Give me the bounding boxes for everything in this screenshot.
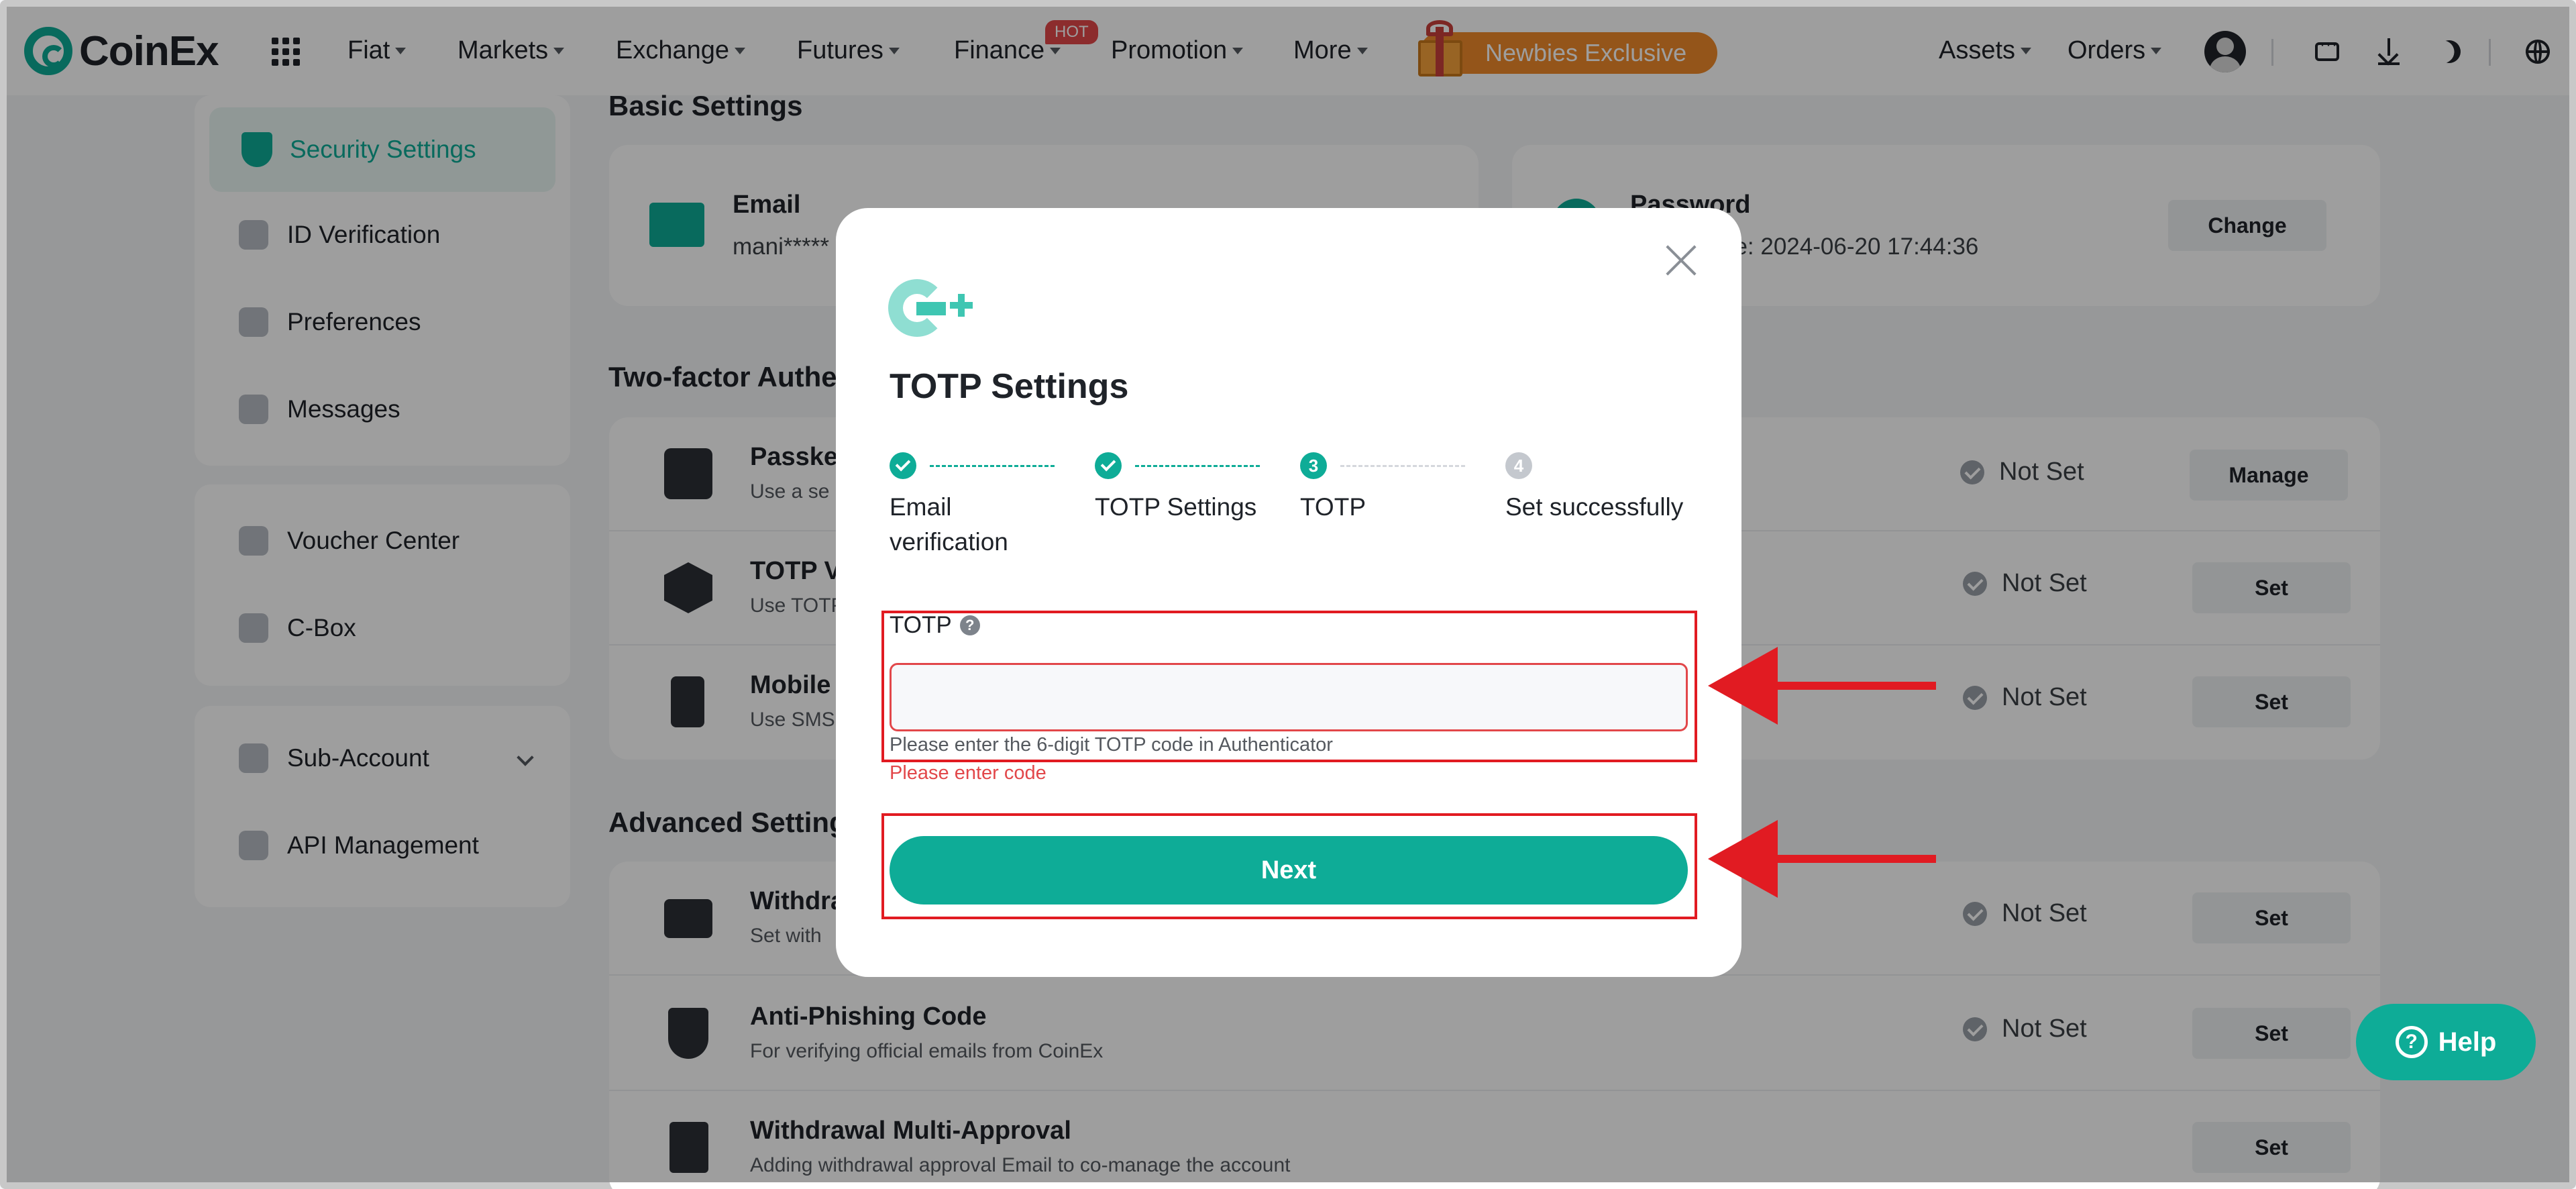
close-icon[interactable] — [1664, 243, 1699, 278]
annotation-arrow-left-icon — [1708, 820, 1936, 900]
google-authenticator-icon — [888, 275, 975, 342]
step-1-check-icon — [890, 452, 916, 479]
modal-title: TOTP Settings — [890, 367, 1129, 406]
step-2-label: TOTP Settings — [1095, 493, 1257, 521]
help-button[interactable]: ? Help — [2356, 1004, 2536, 1080]
step-3-number: 3 — [1300, 452, 1327, 479]
step-3-label: TOTP — [1300, 493, 1366, 521]
step-connector — [930, 465, 1055, 467]
question-circle-icon: ? — [2395, 1026, 2428, 1058]
step-1-label: Email verification — [890, 493, 1008, 556]
help-label: Help — [2438, 1027, 2497, 1057]
step-4-number: 4 — [1505, 452, 1532, 479]
step-2-check-icon — [1095, 452, 1122, 479]
annotation-highlight-totp-field — [881, 611, 1697, 762]
step-connector — [1340, 465, 1465, 467]
annotation-arrow-left-icon — [1708, 647, 1936, 727]
totp-error-message: Please enter code — [890, 762, 1046, 784]
annotation-highlight-next-button — [881, 813, 1697, 919]
step-connector — [1135, 465, 1260, 467]
step-4-label: Set successfully — [1505, 493, 1684, 521]
